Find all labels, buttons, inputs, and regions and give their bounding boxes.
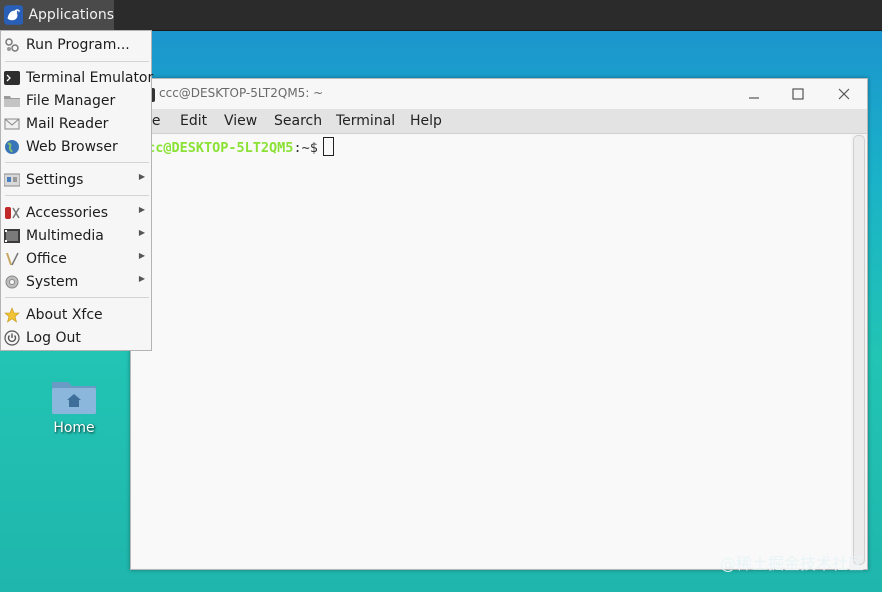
menu-item-office[interactable]: Office ▶ — [1, 248, 151, 270]
menu-item-multimedia[interactable]: Multimedia ▶ — [1, 225, 151, 247]
menu-edit[interactable]: Edit — [180, 113, 207, 129]
log-out-label: Log Out — [26, 330, 81, 346]
folder-icon — [4, 96, 20, 107]
submenu-arrow-icon: ▶ — [138, 228, 145, 237]
office-label: Office — [26, 251, 67, 267]
power-icon — [4, 330, 20, 346]
window-title: ccc@DESKTOP-5LT2QM5: ~ — [159, 86, 324, 100]
multimedia-label: Multimedia — [26, 228, 104, 244]
maximize-icon — [792, 88, 804, 100]
settings-icon — [4, 173, 20, 187]
about-xfce-label: About Xfce — [26, 307, 103, 323]
submenu-arrow-icon: ▶ — [138, 172, 145, 181]
system-label: System — [26, 274, 79, 290]
menu-separator — [5, 297, 149, 298]
submenu-arrow-icon: ▶ — [138, 251, 145, 260]
gear-icon — [5, 275, 19, 289]
accessories-label: Accessories — [26, 205, 109, 221]
accessories-icon — [5, 207, 20, 219]
watermark-text: @稀土掘金技术社区 — [719, 554, 864, 573]
applications-label: Applications — [28, 7, 114, 23]
submenu-arrow-icon: ▶ — [138, 205, 145, 214]
window-menubar: File Edit View Search Terminal Help — [131, 109, 867, 134]
multimedia-icon — [4, 229, 20, 243]
menu-item-log-out[interactable]: Log Out — [1, 327, 151, 349]
menu-separator — [5, 61, 149, 62]
top-panel: Applications — [0, 0, 882, 31]
text-cursor — [322, 137, 334, 156]
submenu-arrow-icon: ▶ — [138, 274, 145, 283]
home-folder-icon — [52, 382, 96, 414]
terminal-window[interactable]: ccc@DESKTOP-5LT2QM5: ~ File Edit View Se… — [130, 78, 868, 570]
close-icon — [838, 88, 850, 100]
home-label: Home — [53, 420, 95, 436]
run-program-icon — [5, 38, 19, 52]
menu-item-system[interactable]: System ▶ — [1, 271, 151, 293]
xfce-logo-icon — [4, 5, 24, 25]
menu-separator — [5, 162, 149, 163]
menu-separator — [5, 195, 149, 196]
terminal-emulator-label: Terminal Emulator — [26, 70, 154, 86]
settings-label: Settings — [26, 172, 84, 188]
prompt-user-host: ccc@DESKTOP-5LT2QM5 — [139, 140, 294, 156]
mail-reader-label: Mail Reader — [26, 116, 109, 132]
menu-item-about-xfce[interactable]: About Xfce — [1, 304, 151, 326]
office-icon — [6, 252, 19, 266]
star-icon — [4, 307, 20, 323]
shell-prompt: ccc@DESKTOP-5LT2QM5:~$ — [139, 137, 334, 156]
menu-view[interactable]: View — [224, 113, 257, 129]
terminal-area[interactable]: ccc@DESKTOP-5LT2QM5:~$ — [131, 134, 851, 568]
menu-terminal[interactable]: Terminal — [336, 113, 395, 129]
file-manager-label: File Manager — [26, 93, 116, 109]
minimize-button[interactable] — [739, 81, 769, 107]
menu-item-terminal-emulator[interactable]: Terminal Emulator — [1, 67, 154, 89]
menu-item-run-program[interactable]: Run Program... — [1, 34, 151, 56]
applications-menu-button[interactable]: Applications — [0, 0, 114, 30]
mail-icon — [4, 118, 20, 130]
menu-item-accessories[interactable]: Accessories ▶ — [1, 202, 151, 224]
menu-item-mail-reader[interactable]: Mail Reader — [1, 113, 151, 135]
globe-icon — [5, 140, 19, 154]
menu-search[interactable]: Search — [274, 113, 322, 129]
run-program-label: Run Program... — [26, 37, 130, 53]
desktop-home-icon[interactable]: Home — [44, 376, 104, 436]
window-titlebar[interactable]: ccc@DESKTOP-5LT2QM5: ~ — [131, 79, 867, 109]
menu-item-web-browser[interactable]: Web Browser — [1, 136, 151, 158]
applications-menu: Run Program... Terminal Emulator File Ma… — [0, 30, 154, 351]
maximize-button[interactable] — [783, 81, 813, 107]
menu-item-file-manager[interactable]: File Manager — [1, 90, 151, 112]
minimize-icon — [749, 97, 759, 99]
terminal-scrollbar[interactable] — [853, 135, 865, 565]
terminal-icon — [4, 71, 20, 85]
web-browser-label: Web Browser — [26, 139, 118, 155]
menu-item-settings[interactable]: Settings ▶ — [1, 169, 151, 191]
close-button[interactable] — [829, 81, 859, 107]
menu-help[interactable]: Help — [410, 113, 442, 129]
prompt-path: :~$ — [293, 140, 318, 156]
